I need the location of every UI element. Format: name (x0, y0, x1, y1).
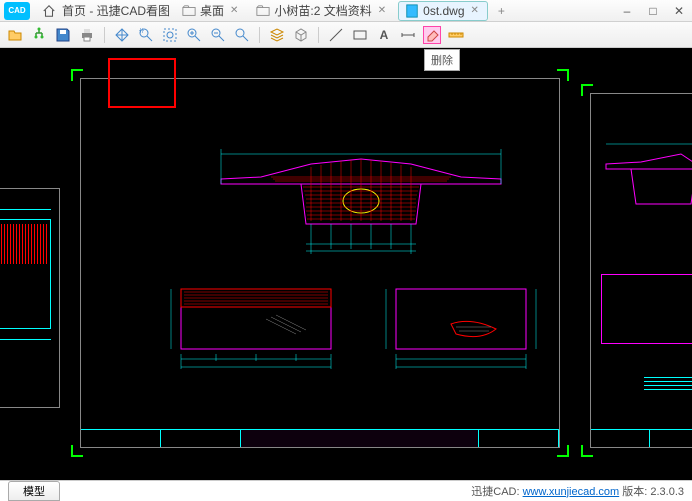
footer-link[interactable]: www.xunjiecad.com (523, 486, 620, 498)
line-button[interactable] (327, 26, 345, 44)
drawing-canvas[interactable] (0, 48, 692, 480)
folder-icon (256, 4, 270, 18)
minimize-button[interactable]: – (618, 4, 636, 18)
text-button[interactable]: A (375, 26, 393, 44)
app-icon: CAD (4, 2, 30, 20)
sheet-right (590, 93, 692, 448)
footer-version: 版本: 2.3.0.3 (619, 486, 684, 498)
drawing-bottom-left (166, 269, 346, 379)
separator (259, 27, 260, 43)
zoom-in-button[interactable] (185, 26, 203, 44)
tab-close-icon[interactable]: ✕ (228, 5, 240, 16)
drawing-top-section (211, 129, 511, 259)
new-tab-button[interactable]: + (492, 4, 511, 18)
toolbar: A 删除 (0, 22, 692, 48)
zoom-window-button[interactable] (137, 26, 155, 44)
block-button[interactable] (292, 26, 310, 44)
titleblock-right (591, 429, 692, 447)
sheet-main (80, 78, 560, 448)
maximize-button[interactable]: □ (644, 4, 662, 18)
separator (318, 27, 319, 43)
folder-icon (182, 4, 196, 18)
erase-tooltip: 删除 (424, 49, 460, 71)
footer-info: 迅捷CAD: www.xunjiecad.com 版本: 2.3.0.3 (471, 483, 684, 499)
sheet-left (0, 188, 60, 408)
tree-button[interactable] (30, 26, 48, 44)
open-button[interactable] (6, 26, 24, 44)
home-label: 首页 - 迅捷CAD看图 (62, 2, 170, 19)
titleblock (81, 429, 559, 447)
model-tab[interactable]: 模型 (8, 481, 60, 501)
titlebar: CAD 首页 - 迅捷CAD看图 桌面 ✕ 小树苗:2 文档资料 ✕ 0st.d… (0, 0, 692, 22)
tab-desktop[interactable]: 桌面 ✕ (176, 0, 246, 21)
layer-button[interactable] (268, 26, 286, 44)
zoom-extent-button[interactable] (161, 26, 179, 44)
tab-label: 桌面 (200, 2, 224, 19)
footer-prefix: 迅捷CAD: (471, 486, 522, 498)
tab-close-icon[interactable]: ✕ (469, 5, 481, 16)
erase-button[interactable]: 删除 (423, 26, 441, 44)
tab-label: 0st.dwg (423, 4, 464, 18)
dwg-file-icon (405, 4, 419, 18)
home-tab[interactable]: 首页 - 迅捷CAD看图 (36, 0, 176, 21)
drawing-bottom-right (381, 269, 541, 379)
separator (104, 27, 105, 43)
home-icon (42, 4, 56, 18)
eraser-icon (424, 27, 440, 43)
pan-button[interactable] (113, 26, 131, 44)
tabs-container: 桌面 ✕ 小树苗:2 文档资料 ✕ 0st.dwg ✕ + (176, 0, 618, 21)
measure-button[interactable] (447, 26, 465, 44)
close-button[interactable]: ✕ (670, 4, 688, 18)
print-button[interactable] (78, 26, 96, 44)
tab-dwg-file[interactable]: 0st.dwg ✕ (398, 1, 488, 21)
save-button[interactable] (54, 26, 72, 44)
tab-close-icon[interactable]: ✕ (376, 5, 388, 16)
zoom-realtime-button[interactable] (233, 26, 251, 44)
selection-highlight (108, 58, 176, 108)
window-controls: – □ ✕ (618, 4, 688, 18)
tab-label: 小树苗:2 文档资料 (274, 2, 371, 19)
zoom-out-button[interactable] (209, 26, 227, 44)
tab-document[interactable]: 小树苗:2 文档资料 ✕ (250, 0, 394, 21)
rect-button[interactable] (351, 26, 369, 44)
bottom-bar: 模型 迅捷CAD: www.xunjiecad.com 版本: 2.3.0.3 (0, 480, 692, 500)
dimension-button[interactable] (399, 26, 417, 44)
